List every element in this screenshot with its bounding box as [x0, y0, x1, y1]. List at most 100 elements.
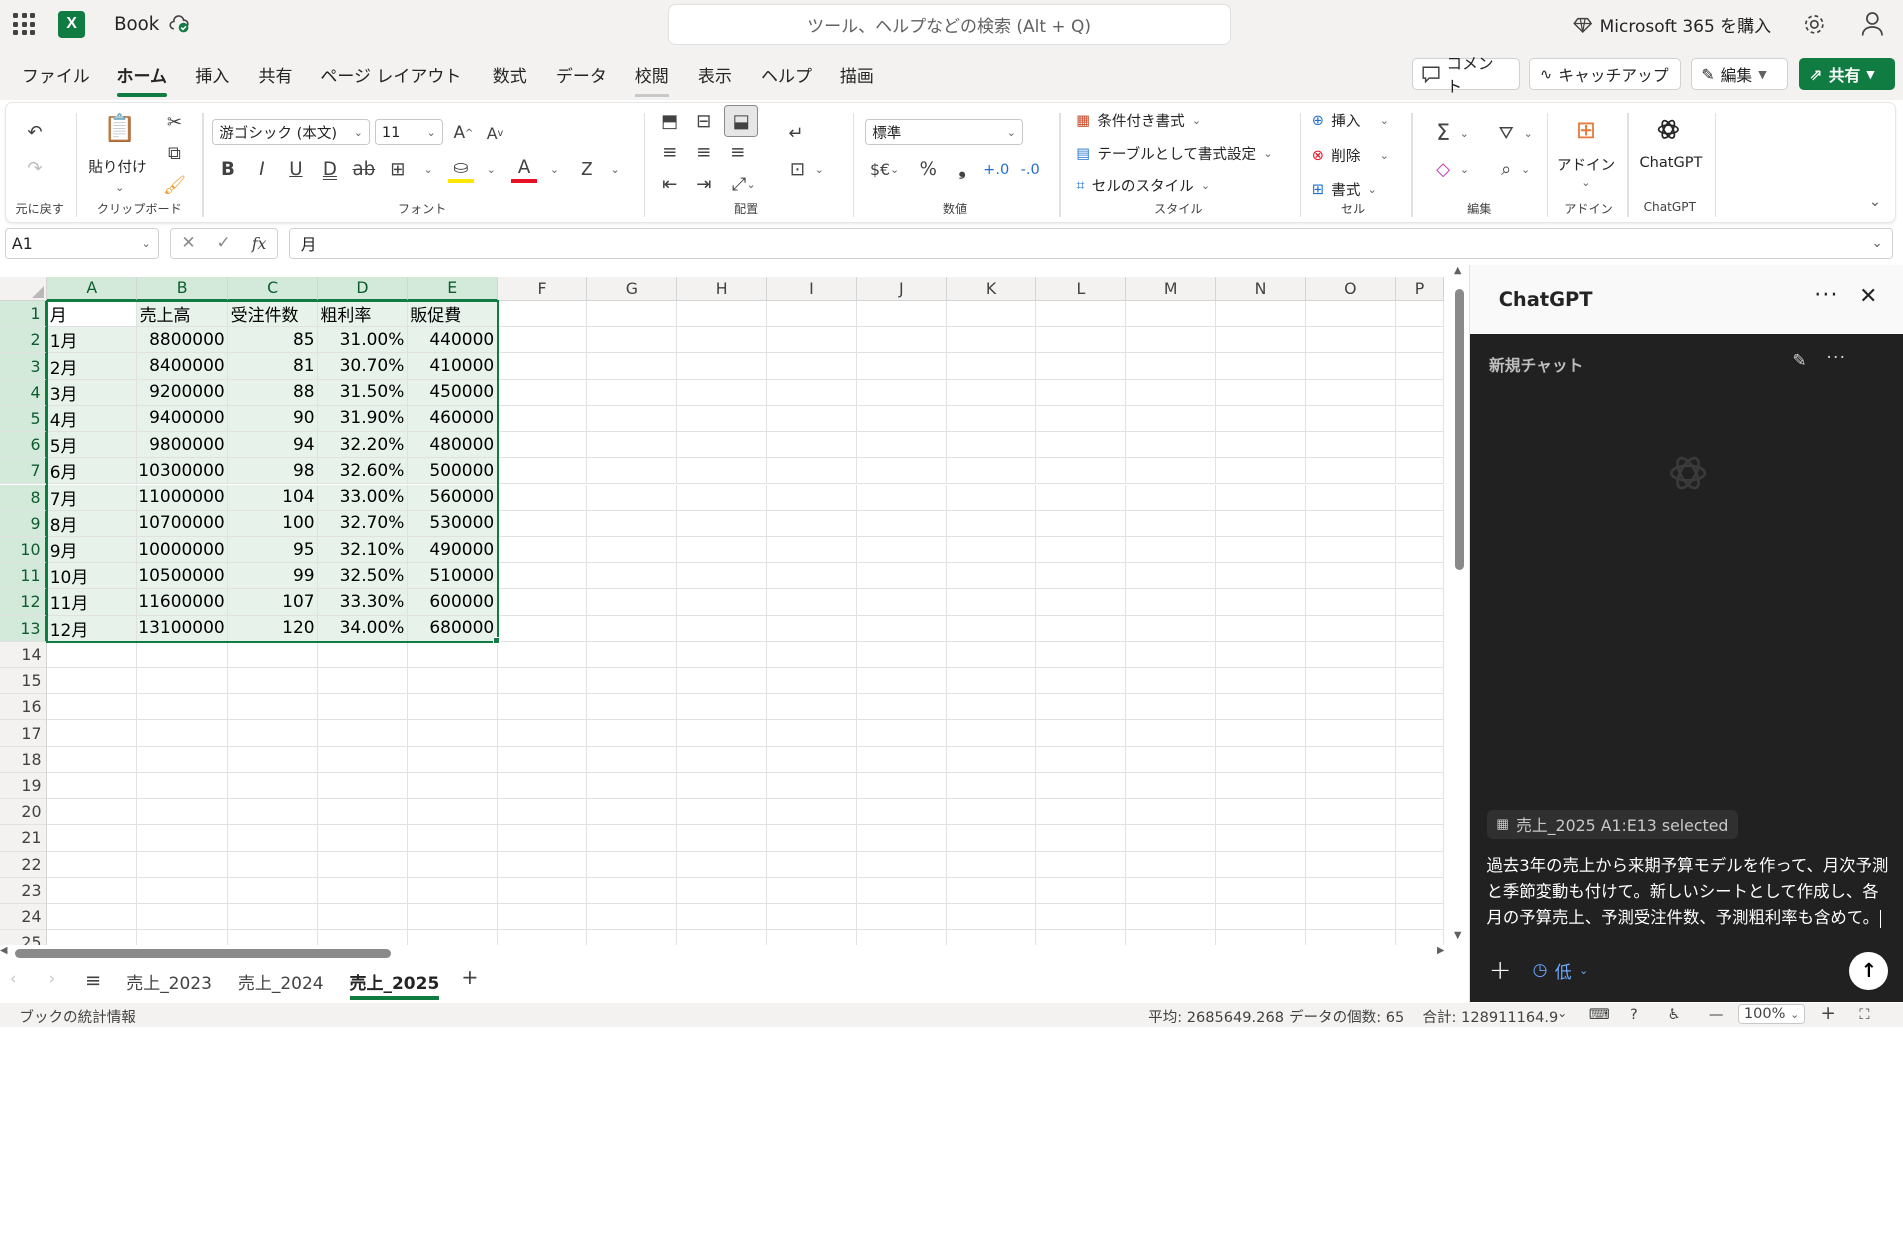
grid-cell[interactable]	[47, 694, 138, 721]
grid-cell[interactable]	[587, 510, 678, 537]
grid-cell[interactable]	[318, 930, 408, 946]
zoom-level-select[interactable]: 100% ⌄	[1738, 1003, 1806, 1025]
grid-cell[interactable]	[856, 405, 947, 433]
grid-cell[interactable]	[1036, 720, 1127, 747]
cell-A2[interactable]: 1月	[47, 327, 138, 354]
grid-cell[interactable]	[1126, 668, 1217, 695]
grid-cell[interactable]	[228, 641, 318, 668]
insert-cells-button[interactable]: ⊕ 挿入 ⌄	[1312, 110, 1389, 131]
grid-cell[interactable]	[587, 799, 678, 826]
cell-D8[interactable]: 33.00%	[317, 484, 408, 511]
grid-cell[interactable]	[317, 694, 408, 721]
grid-cell[interactable]	[1216, 772, 1306, 800]
comment-button[interactable]: コメント	[1411, 54, 1520, 96]
cell-B11[interactable]: 10500000	[137, 563, 229, 590]
grid-cell[interactable]	[946, 877, 1037, 904]
grid-cell[interactable]	[408, 930, 498, 946]
grid-cell[interactable]	[1305, 484, 1396, 511]
column-header[interactable]: O	[1305, 276, 1396, 301]
grid-cell[interactable]	[767, 300, 857, 328]
grid-cell[interactable]	[1036, 405, 1127, 433]
grid-cell[interactable]	[1305, 589, 1396, 616]
grid-cell[interactable]	[1395, 432, 1445, 459]
clear-icon[interactable]: ◇ ⌄	[1428, 156, 1477, 183]
grid-cell[interactable]	[1126, 432, 1217, 459]
grid-cell[interactable]	[1216, 353, 1306, 380]
cell-C8[interactable]: 104	[228, 484, 318, 511]
grid-cell[interactable]	[677, 746, 768, 773]
cell-A9[interactable]: 8月	[47, 510, 138, 537]
grid-cell[interactable]	[1216, 536, 1306, 564]
grid-cell[interactable]	[587, 772, 678, 800]
tab-help[interactable]: ヘルプ	[761, 62, 812, 87]
grid-cell[interactable]	[228, 930, 318, 946]
grid-cell[interactable]	[317, 641, 408, 668]
row-header[interactable]: 18	[0, 746, 48, 773]
grid-cell[interactable]	[677, 405, 768, 433]
grid-cell[interactable]	[497, 825, 588, 852]
grid-cell[interactable]	[228, 668, 318, 695]
grid-cell[interactable]	[228, 746, 318, 773]
vertical-scroll-thumb[interactable]	[1455, 288, 1464, 571]
grid-cell[interactable]	[677, 694, 768, 721]
number-format-select[interactable]: 標準 ⌄	[865, 118, 1023, 146]
grid-cell[interactable]	[497, 589, 588, 616]
row-header[interactable]: 14	[0, 641, 48, 668]
grid-cell[interactable]	[1395, 877, 1445, 904]
cell-B7[interactable]: 10300000	[137, 458, 229, 485]
grid-cell[interactable]	[1126, 930, 1217, 946]
paste-icon[interactable]: 📋	[103, 110, 137, 146]
grid-cell[interactable]	[47, 851, 138, 878]
grid-cell[interactable]	[137, 668, 229, 695]
row-header[interactable]: 24	[0, 903, 48, 931]
chevron-down-icon[interactable]: ⌄	[421, 161, 436, 178]
grid-cell[interactable]	[1126, 379, 1217, 406]
close-panel-icon[interactable]: ✕	[1859, 284, 1877, 309]
grid-cell[interactable]	[856, 851, 947, 878]
send-arrow-button[interactable]: ↑	[1849, 951, 1889, 991]
edit-mode-button[interactable]: ✎ 編集 ▼	[1690, 58, 1788, 90]
comma-style-icon[interactable]: ❟	[950, 156, 974, 183]
cell-D6[interactable]: 32.20%	[317, 432, 408, 459]
cell-C3[interactable]: 81	[228, 353, 318, 380]
grid-cell[interactable]	[767, 903, 857, 931]
grid-cell[interactable]	[1126, 405, 1217, 433]
grid-cell[interactable]	[47, 930, 138, 946]
grid-cell[interactable]	[677, 615, 768, 642]
grid-cell[interactable]	[1036, 353, 1127, 380]
grid-cell[interactable]	[1395, 903, 1445, 931]
grid-cell[interactable]	[1036, 510, 1127, 537]
grid-cell[interactable]	[946, 589, 1037, 616]
grid-cell[interactable]	[1305, 668, 1396, 695]
scroll-down-arrow-icon[interactable]: ▼	[1454, 930, 1461, 941]
grid-cell[interactable]	[946, 615, 1037, 642]
grid-cell[interactable]	[1395, 825, 1445, 852]
grid-cell[interactable]	[317, 877, 408, 904]
clear-format-icon[interactable]: Ꮓ	[574, 156, 601, 183]
grid-cell[interactable]	[1395, 615, 1445, 642]
cell-A3[interactable]: 2月	[47, 353, 138, 380]
grid-cell[interactable]	[1305, 615, 1396, 642]
cell-A7[interactable]: 6月	[47, 458, 138, 485]
column-header[interactable]: F	[497, 276, 588, 301]
grid-cell[interactable]	[1036, 799, 1127, 826]
grid-cell[interactable]	[947, 930, 1037, 946]
grid-cell[interactable]	[767, 772, 857, 800]
grid-cell[interactable]	[407, 641, 498, 668]
grid-cell[interactable]	[1216, 668, 1306, 695]
next-sheet-chevron-icon[interactable]: ›	[49, 969, 56, 989]
grid-cell[interactable]	[767, 353, 857, 380]
grid-cell[interactable]	[587, 615, 678, 642]
search-input[interactable]: ツール、ヘルプなどの検索 (Alt + Q)	[667, 3, 1231, 45]
cut-icon[interactable]: ✂	[161, 110, 188, 134]
grid-cell[interactable]	[407, 825, 498, 852]
horizontal-scroll-thumb[interactable]	[14, 949, 391, 958]
grid-cell[interactable]	[1036, 589, 1127, 616]
grid-cell[interactable]	[767, 432, 857, 459]
grid-cell[interactable]	[228, 720, 318, 747]
row-header[interactable]: 12	[0, 589, 48, 616]
cell-C4[interactable]: 88	[228, 379, 318, 406]
grid-cell[interactable]	[946, 379, 1037, 406]
grid-cell[interactable]	[677, 720, 768, 747]
grid-cell[interactable]	[497, 536, 588, 564]
